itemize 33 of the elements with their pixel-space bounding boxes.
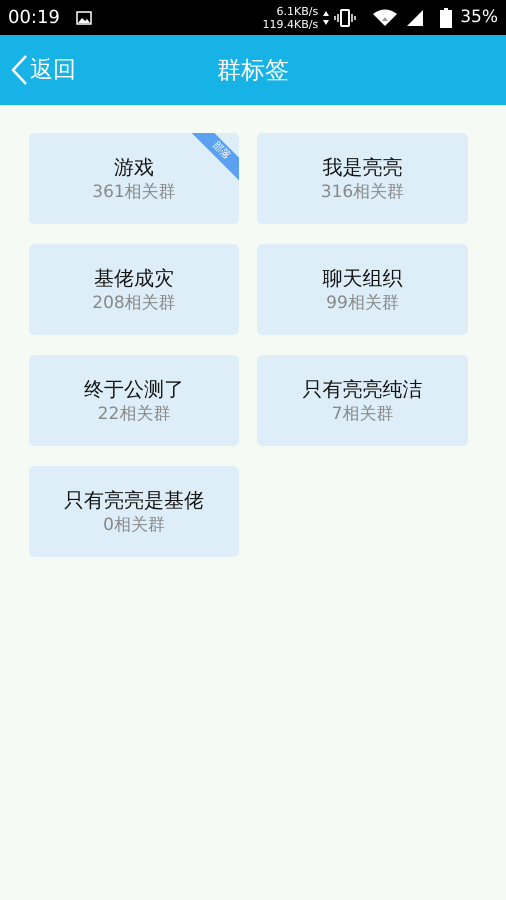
group-count: 22相关群: [98, 402, 170, 426]
tag-name: 终于公测了: [84, 376, 184, 402]
tag-card[interactable]: 游戏 361相关群 部落: [29, 133, 239, 224]
download-speed: 119.4KB/s: [262, 18, 318, 30]
page-title: 群标签: [217, 55, 289, 86]
image-icon: [76, 10, 92, 24]
tag-card[interactable]: 我是亮亮 316相关群: [257, 133, 468, 224]
transfer-arrows-icon: [322, 10, 330, 26]
group-count: 208相关群: [92, 292, 176, 314]
group-count: 361相关群: [92, 180, 176, 204]
tag-name: 只有亮亮纯洁: [302, 376, 422, 402]
tag-card[interactable]: 终于公测了 22相关群: [29, 355, 239, 446]
signal-icon: [406, 8, 424, 26]
tag-card[interactable]: 只有亮亮纯洁 7相关群: [257, 355, 468, 446]
vibrate-icon: [334, 8, 356, 26]
tag-name: 基佬成灾: [94, 264, 174, 290]
battery-level: 35%: [460, 6, 498, 29]
wifi-icon: [372, 8, 398, 26]
group-count: 316相关群: [320, 180, 404, 204]
tag-name: 我是亮亮: [322, 154, 402, 180]
group-count: 0相关群: [103, 514, 165, 536]
group-count: 99相关群: [326, 292, 399, 314]
group-count: 7相关群: [332, 402, 394, 426]
tag-name: 只有亮亮是基佬: [64, 486, 204, 512]
tag-card[interactable]: 基佬成灾 208相关群: [29, 244, 239, 335]
battery-icon: [440, 8, 452, 28]
tag-name: 聊天组织: [322, 264, 402, 290]
tag-card[interactable]: 聊天组织 99相关群: [257, 244, 468, 335]
upload-speed: 6.1KB/s: [276, 4, 318, 18]
tag-card[interactable]: 只有亮亮是基佬 0相关群: [29, 466, 239, 557]
status-time: 00:19: [8, 6, 60, 30]
tag-name: 游戏: [114, 154, 154, 180]
back-icon: [10, 54, 28, 86]
